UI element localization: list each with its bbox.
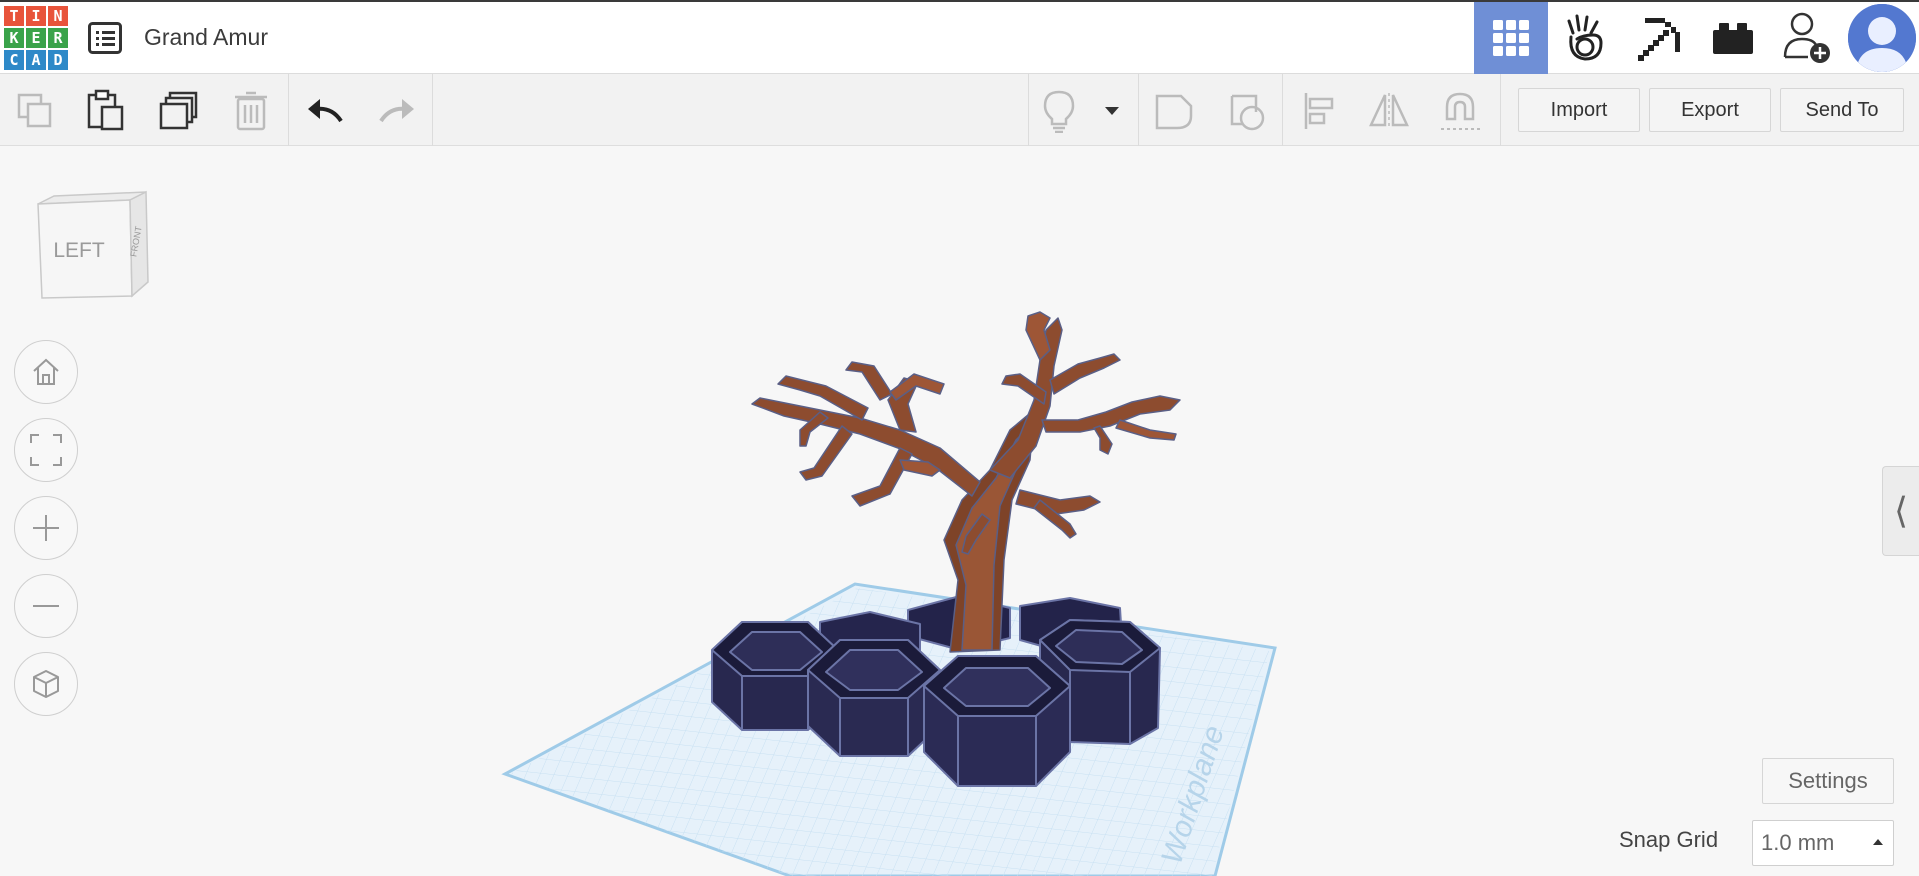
user-avatar[interactable] (1848, 4, 1916, 72)
zoom-out-button[interactable] (14, 574, 78, 638)
cube-icon (33, 670, 59, 698)
align-icon (1304, 93, 1334, 129)
panel-toggle-button[interactable]: ⟨ (1882, 466, 1919, 556)
logo-letter: E (26, 28, 46, 48)
view-cube[interactable]: LEFT FRONT (32, 190, 152, 310)
light-dropdown-button[interactable] (1092, 88, 1132, 134)
duplicate-icon (159, 91, 198, 130)
logo-letter: K (4, 28, 24, 48)
logo-letter: D (48, 50, 68, 70)
grid-icon (1493, 20, 1529, 56)
zoom-in-button[interactable] (14, 496, 78, 560)
snap-grid-label: Snap Grid (1619, 827, 1719, 852)
design-title[interactable]: Grand Amur (144, 24, 268, 51)
undo-button[interactable] (302, 88, 348, 134)
chevron-left-icon: ⟨ (1893, 490, 1909, 532)
avatar-icon (1848, 4, 1916, 72)
cruise-button[interactable] (1438, 88, 1484, 134)
logo-letter: N (48, 6, 68, 26)
toolbar-divider (1500, 74, 1501, 146)
group-button[interactable] (1151, 88, 1197, 134)
tab-simulate[interactable] (1548, 2, 1622, 74)
viewcube-icon: LEFT FRONT (37, 190, 149, 299)
lightbulb-icon (1043, 90, 1075, 133)
design-list-button[interactable] (88, 22, 122, 54)
logo-letter: A (26, 50, 46, 70)
edit-toolbar: Import Export Send To (0, 74, 1919, 146)
copy-button[interactable] (12, 88, 58, 134)
hand-icon (1567, 14, 1603, 61)
redo-button[interactable] (374, 88, 420, 134)
toolbar-divider (1138, 74, 1139, 146)
snap-grid-value: 1.0 mm (1761, 830, 1835, 855)
viewcube-left-label: LEFT (53, 239, 105, 262)
align-button[interactable] (1296, 88, 1342, 134)
logo-letter: T (4, 6, 24, 26)
tab-bricks[interactable] (1696, 2, 1770, 74)
bonsai-tree[interactable] (751, 311, 1181, 653)
plus-icon (33, 515, 59, 541)
send-to-button[interactable]: Send To (1780, 88, 1904, 132)
list-icon (88, 22, 122, 54)
pickaxe-icon (1638, 18, 1680, 61)
settings-button[interactable]: Settings (1762, 758, 1894, 804)
toolbar-divider (1028, 74, 1029, 146)
delete-button[interactable] (228, 88, 274, 134)
workspace-canvas[interactable]: Workplane (0, 146, 1919, 876)
mirror-icon (1369, 93, 1409, 129)
redo-icon (379, 99, 414, 123)
caret-up-icon (1873, 839, 1883, 845)
duplicate-button[interactable] (156, 88, 202, 134)
toolbar-divider (288, 74, 289, 146)
ungroup-button[interactable] (1224, 88, 1270, 134)
tab-minecraft[interactable] (1622, 2, 1696, 74)
logo-letter: C (4, 50, 24, 70)
copy-icon (17, 93, 52, 128)
group-icon (1155, 94, 1193, 130)
trash-icon (235, 91, 267, 131)
import-button[interactable]: Import (1518, 88, 1640, 132)
tinkercad-logo[interactable]: TIN KER CAD (4, 6, 68, 72)
toolbar-divider (432, 74, 433, 146)
home-view-button[interactable] (14, 340, 78, 404)
fit-view-button[interactable] (14, 418, 78, 482)
ungroup-icon (1230, 94, 1265, 131)
toolbar-divider (1282, 74, 1283, 146)
magnet-icon (1441, 92, 1481, 130)
top-header: TIN KER CAD Grand Amur (0, 0, 1919, 74)
mirror-button[interactable] (1366, 88, 1412, 134)
export-button[interactable]: Export (1649, 88, 1771, 132)
minus-icon (33, 605, 59, 607)
fit-view-icon (30, 434, 62, 466)
logo-letter: R (48, 28, 68, 48)
brick-icon (1713, 23, 1753, 54)
undo-icon (308, 99, 343, 123)
perspective-button[interactable] (14, 652, 78, 716)
paste-icon (87, 89, 124, 131)
paste-button[interactable] (82, 88, 128, 134)
chevron-down-icon (1105, 107, 1119, 115)
snap-grid-select[interactable]: 1.0 mm (1752, 820, 1894, 866)
light-bulb-button[interactable] (1036, 88, 1082, 134)
tab-3d-design[interactable] (1474, 2, 1548, 74)
add-user-icon (1783, 12, 1830, 63)
home-icon (33, 358, 59, 385)
logo-letter: I (26, 6, 46, 26)
tab-invite-user[interactable] (1770, 2, 1844, 74)
